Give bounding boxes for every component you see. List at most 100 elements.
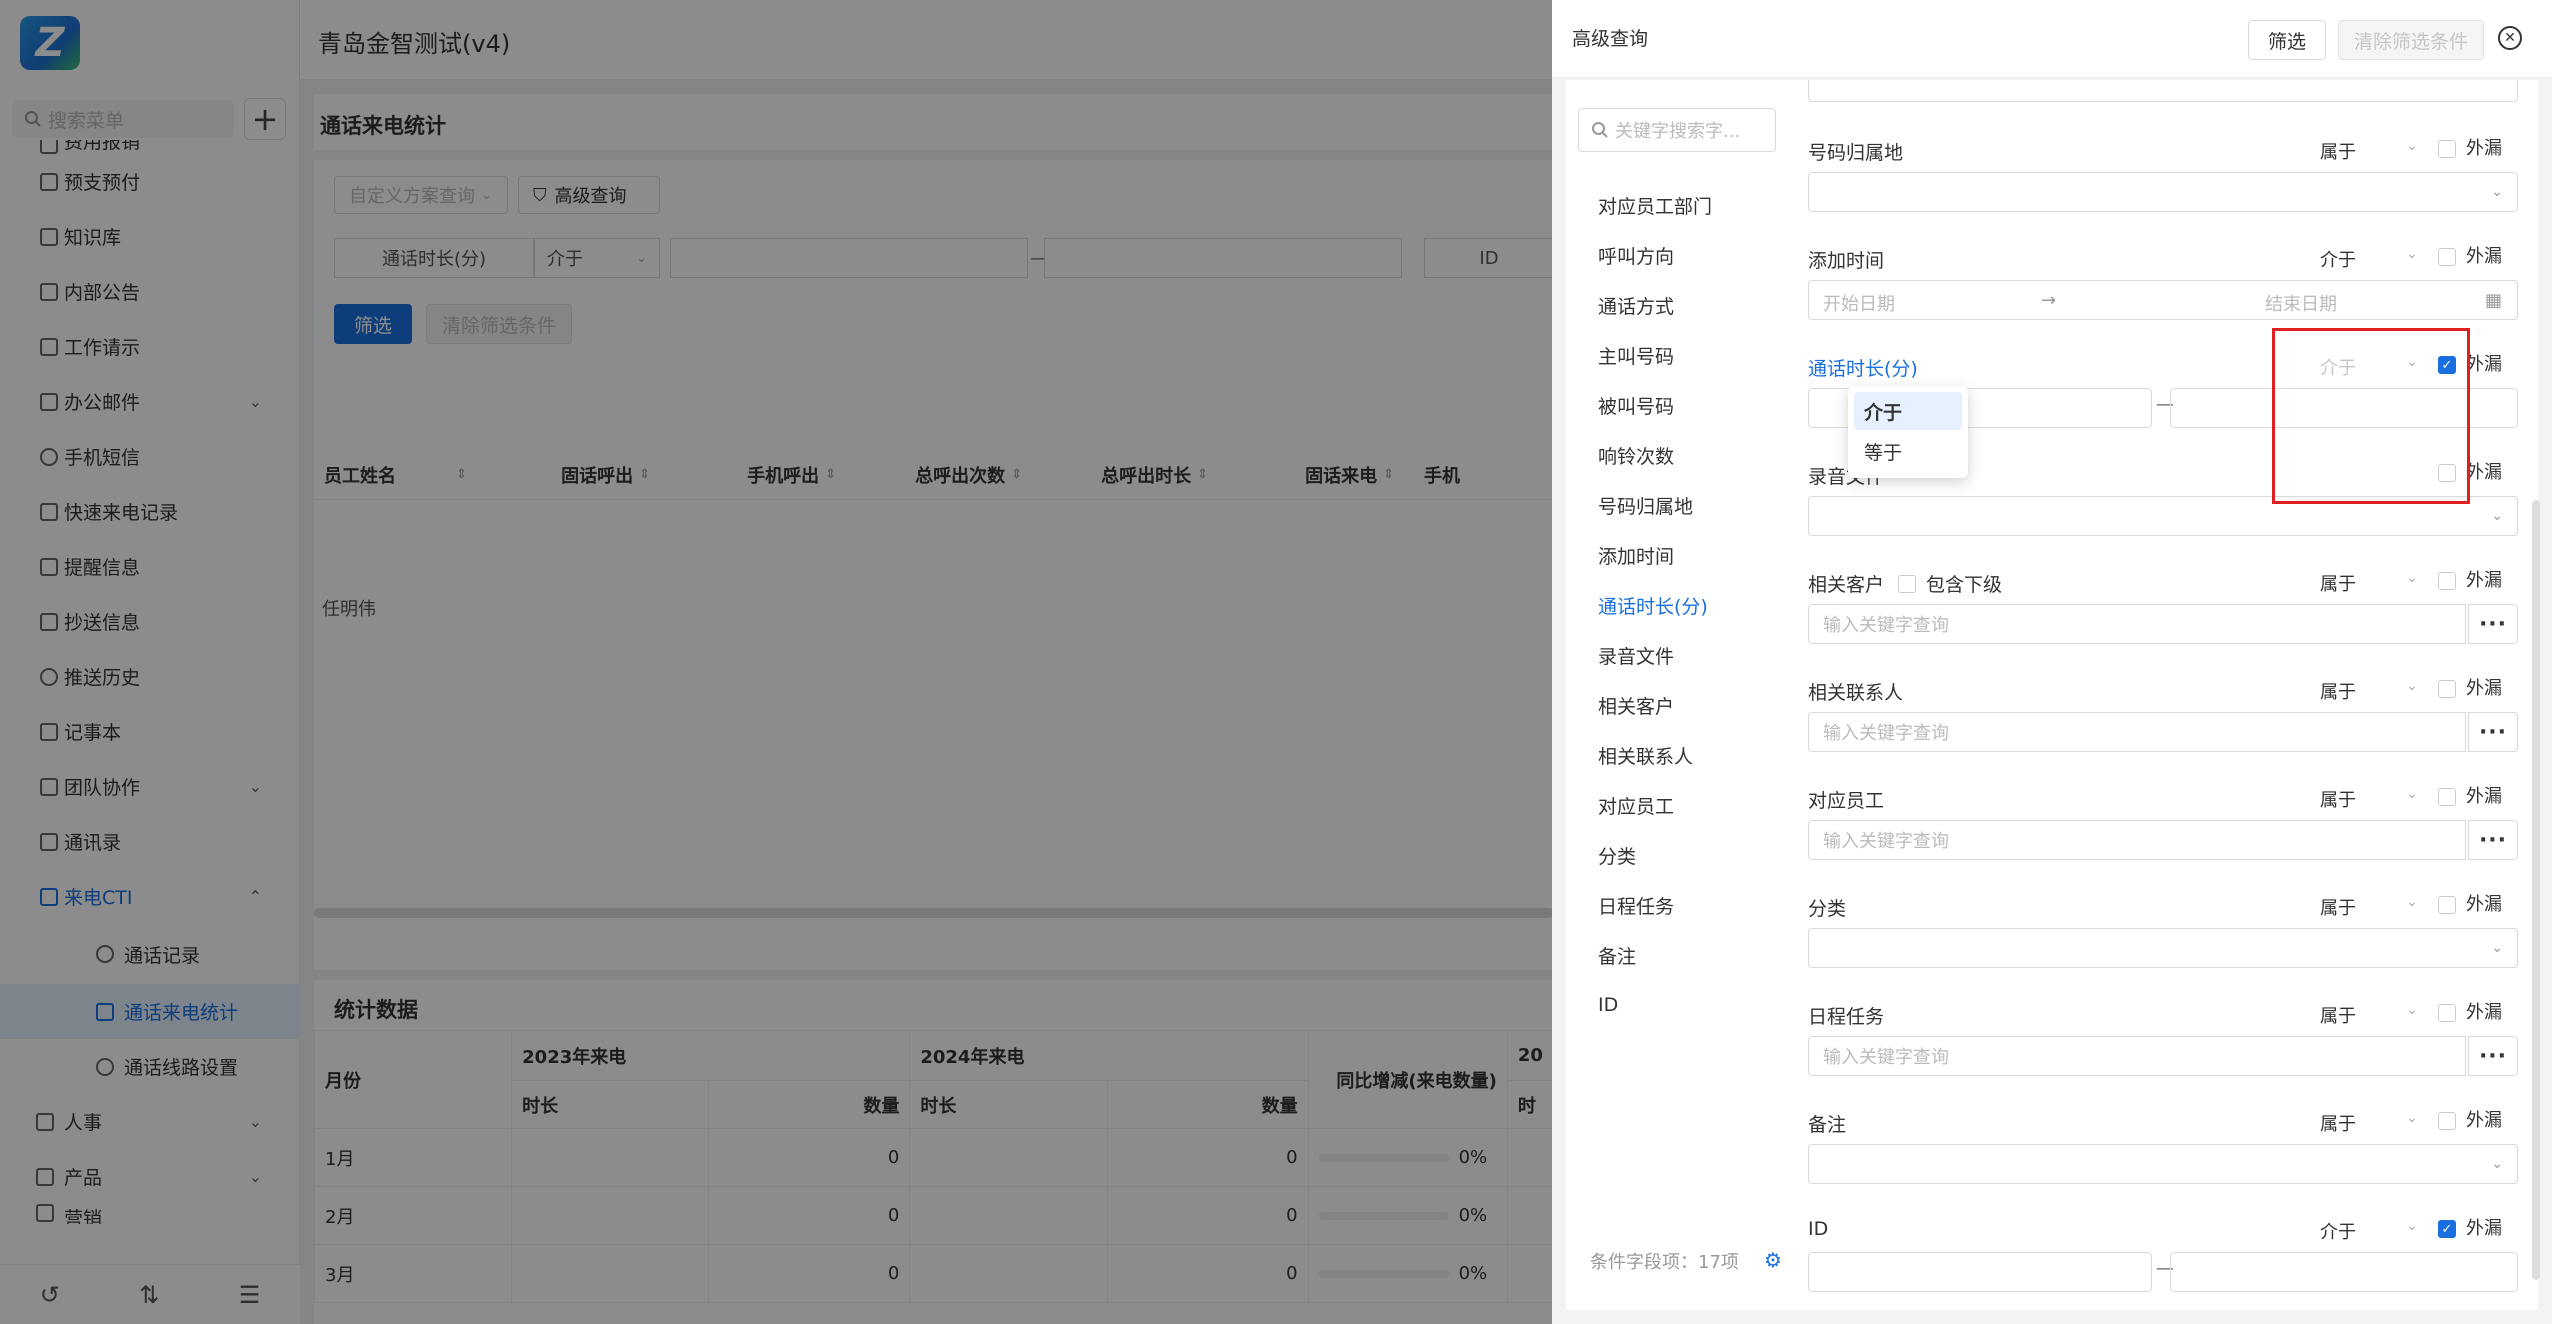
condition-label: 相关客户 包含下级 [1808,570,2002,597]
chevron-down-icon: ⌄ [2406,1002,2418,1018]
operator-select[interactable]: 属于 ⌄ [2320,786,2420,812]
dropdown-option-equals[interactable]: 等于 [1854,432,1962,470]
operator-value: 属于 [2320,682,2356,703]
field-list-item[interactable]: 号码归属地 [1598,480,1778,530]
chevron-down-icon: ⌄ [2406,246,2418,262]
chevron-down-icon: ⌄ [2491,1156,2503,1172]
condition-label: 日程任务 [1808,1006,1885,1028]
exclude-label: 外漏 [2466,1110,2502,1131]
exclude-checkbox[interactable] [2438,248,2456,266]
operator-value: 属于 [2320,574,2356,595]
condition-panel: 号码归属地 属于 ⌄ 外漏 ⌄ 添加时间 介于 ⌄ 外漏 开始日期 → 结束日期 [1798,80,2538,1310]
keyword-input[interactable]: 输入关键字查询 [1808,712,2466,752]
keyword-input[interactable]: 输入关键字查询 [1808,604,2466,644]
range-end-input[interactable] [2170,1252,2518,1292]
field-list-item[interactable]: ID [1598,980,1778,1030]
chevron-down-icon: ⌄ [2491,508,2503,524]
operator-dropdown-menu: 介于 等于 [1848,386,1968,478]
drawer-clear-button[interactable]: 清除筛选条件 [2338,20,2484,60]
field-list-item[interactable]: 对应员工 [1598,780,1778,830]
date-range-picker[interactable]: 开始日期 → 结束日期 ▦ [1808,280,2518,320]
condition-select[interactable]: ⌄ [1808,172,2518,212]
operator-value: 介于 [2320,250,2356,271]
advanced-query-drawer: 高级查询 筛选 清除筛选条件 ✕ 关键字搜索字... 对应员工部门 呼叫方向 通… [1552,0,2552,1324]
exclude-checkbox[interactable] [2438,572,2456,590]
more-button[interactable]: ··· [2468,820,2518,860]
field-list-item[interactable]: 录音文件 [1598,630,1778,680]
keyword-placeholder: 输入关键字查询 [1823,615,1949,636]
operator-value: 属于 [2320,1114,2356,1135]
keyword-input[interactable]: 输入关键字查询 [1808,1036,2466,1076]
chevron-down-icon: ⌄ [2406,1218,2418,1234]
exclude-checkbox[interactable] [2438,1004,2456,1022]
operator-select[interactable]: 属于 ⌄ [2320,678,2420,704]
field-list-item[interactable]: 被叫号码 [1598,380,1778,430]
drawer-filter-button[interactable]: 筛选 [2248,20,2326,60]
chevron-down-icon: ⌄ [2406,894,2418,910]
operator-select[interactable]: 属于 ⌄ [2320,138,2420,164]
field-search-placeholder: 关键字搜索字... [1615,121,1741,142]
field-list-item[interactable]: 相关客户 [1598,680,1778,730]
exclude-label: 外漏 [2466,786,2502,807]
include-sub-checkbox[interactable] [1898,574,1917,593]
more-button[interactable]: ··· [2468,712,2518,752]
highlight-box [2272,328,2470,504]
chevron-down-icon: ⌄ [2491,940,2503,956]
field-list-item[interactable]: 相关联系人 [1598,730,1778,780]
search-icon [1592,122,1608,138]
operator-select[interactable]: 介于 ⌄ [2320,1218,2420,1244]
operator-select[interactable]: 属于 ⌄ [2320,570,2420,596]
field-count: 条件字段项：17项 [1590,1252,1739,1273]
calendar-icon: ▦ [2485,290,2503,311]
field-list-item[interactable]: 响铃次数 [1598,430,1778,480]
field-list-item[interactable]: 备注 [1598,930,1778,980]
field-search-input[interactable]: 关键字搜索字... [1578,108,1776,152]
field-list-item[interactable]: 添加时间 [1598,530,1778,580]
drawer-body: 关键字搜索字... 对应员工部门 呼叫方向 通话方式 主叫号码 被叫号码 响铃次… [1566,80,2538,1310]
end-date-placeholder: 结束日期 [2265,294,2337,315]
chevron-down-icon: ⌄ [2406,138,2418,154]
more-button[interactable]: ··· [2468,604,2518,644]
field-list-item[interactable]: 通话方式 [1598,280,1778,330]
exclude-label: 外漏 [2466,462,2502,483]
drawer-title: 高级查询 [1572,28,1649,50]
exclude-checkbox[interactable] [2438,140,2456,158]
exclude-label: 外漏 [2466,678,2502,699]
field-list-item-active[interactable]: 通话时长(分) [1598,580,1778,630]
sliders-icon[interactable]: ⚙ [1764,1248,1782,1272]
modal-overlay[interactable] [0,0,1552,1324]
exclude-checkbox-checked[interactable]: ✓ [2438,1220,2456,1238]
condition-customer: 相关客户 包含下级 属于 ⌄ 外漏 输入关键字查询 ··· [1808,566,2518,666]
vertical-scrollbar[interactable] [2532,500,2540,1280]
condition-add-time: 添加时间 介于 ⌄ 外漏 开始日期 → 结束日期 ▦ [1808,242,2518,342]
condition-select[interactable]: ⌄ [1808,1144,2518,1184]
dropdown-option-between[interactable]: 介于 [1854,392,1962,430]
operator-select[interactable]: 属于 ⌄ [2320,894,2420,920]
condition-label: 添加时间 [1808,250,1885,272]
field-list-item[interactable]: 对应员工部门 [1598,180,1778,230]
chevron-down-icon: ⌄ [2406,570,2418,586]
exclude-checkbox[interactable] [2438,1112,2456,1130]
field-list-item[interactable]: 日程任务 [1598,880,1778,930]
operator-select[interactable]: 属于 ⌄ [2320,1002,2420,1028]
condition-label: 备注 [1808,1114,1847,1136]
exclude-checkbox[interactable] [2438,788,2456,806]
close-icon[interactable]: ✕ [2498,26,2522,50]
condition-label: ID [1808,1218,1829,1240]
more-button[interactable]: ··· [2468,1036,2518,1076]
exclude-checkbox[interactable] [2438,896,2456,914]
operator-value: 属于 [2320,1006,2356,1027]
field-list-item[interactable]: 呼叫方向 [1598,230,1778,280]
exclude-checkbox[interactable] [2438,680,2456,698]
field-list-item[interactable]: 分类 [1598,830,1778,880]
keyword-input[interactable]: 输入关键字查询 [1808,820,2466,860]
field-list-item[interactable]: 主叫号码 [1598,330,1778,380]
operator-select[interactable]: 属于 ⌄ [2320,1110,2420,1136]
exclude-label: 外漏 [2466,1002,2502,1023]
cut-off-input[interactable] [1808,80,2518,102]
exclude-label: 外漏 [2466,1218,2502,1239]
range-start-input[interactable] [1808,1252,2152,1292]
operator-select[interactable]: 介于 ⌄ [2320,246,2420,272]
condition-select[interactable]: ⌄ [1808,928,2518,968]
condition-employee: 对应员工 属于 ⌄ 外漏 输入关键字查询 ··· [1808,782,2518,882]
